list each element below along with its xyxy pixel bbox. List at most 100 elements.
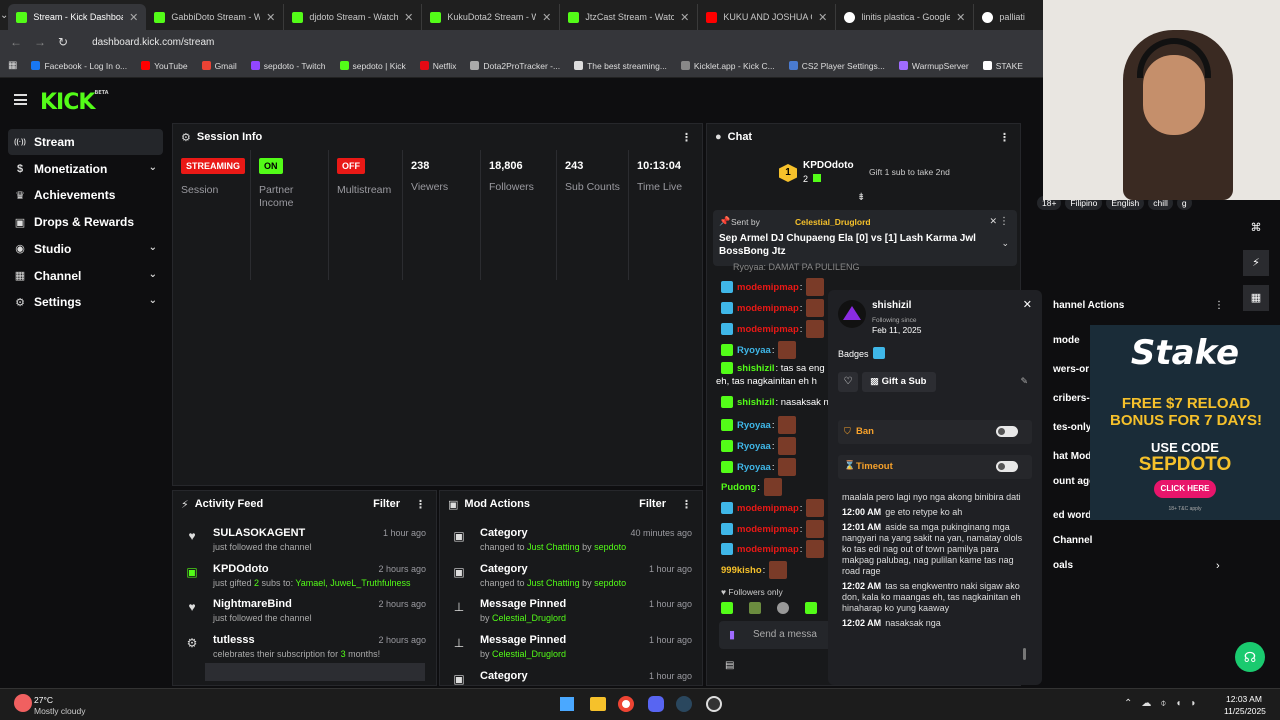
- chat-username[interactable]: modemipmap: [737, 324, 799, 335]
- chat-message[interactable]: modemipmap:: [721, 299, 825, 317]
- discord-icon[interactable]: [648, 696, 664, 712]
- emote-icon[interactable]: [777, 602, 789, 614]
- chat-message[interactable]: Ryoyaa:: [721, 416, 797, 434]
- activity-targets[interactable]: Yamael, JuweL_Truthfulness: [295, 578, 410, 588]
- mod-link[interactable]: Just Chatting: [527, 578, 580, 588]
- close-tab-icon[interactable]: ✕: [680, 11, 689, 24]
- chat-username[interactable]: modemipmap: [737, 524, 799, 535]
- channel-action-item[interactable]: ed word: [1053, 510, 1091, 521]
- browser-tab[interactable]: KukuDota2 Stream - Watc ✕: [422, 4, 561, 30]
- mod-link[interactable]: Celestial_Druglord: [492, 613, 566, 623]
- sidebar-item-channel[interactable]: ▦ Channel ⌄: [8, 263, 163, 289]
- ban-toggle[interactable]: [996, 426, 1018, 437]
- chat-username[interactable]: modemipmap: [737, 503, 799, 514]
- store-icon[interactable]: ▤: [725, 660, 734, 671]
- channel-action-item[interactable]: cribers-: [1053, 393, 1090, 404]
- emote-icon[interactable]: [721, 602, 733, 614]
- chat-username[interactable]: Ryoyaa: [737, 345, 771, 356]
- chat-username[interactable]: shishizil: [737, 397, 774, 408]
- back-icon[interactable]: ←: [10, 35, 22, 49]
- mod-link[interactable]: Celestial_Druglord: [492, 649, 566, 659]
- gift-sub-button[interactable]: ▩ Gift a Sub: [862, 372, 936, 392]
- chat-message[interactable]: shishizil: nasaksak n: [721, 396, 829, 408]
- reload-icon[interactable]: ↻: [58, 35, 68, 49]
- mod-link[interactable]: sepdoto: [594, 542, 626, 552]
- bookmark-item[interactable]: The best streaming...: [574, 61, 667, 71]
- browser-tab[interactable]: djdoto Stream - Watch Li ✕: [284, 4, 423, 30]
- scrollbar[interactable]: [1023, 648, 1026, 660]
- close-tab-icon[interactable]: ✕: [818, 11, 827, 24]
- browser-tab[interactable]: Stream - Kick Dashboard ✕: [8, 4, 147, 30]
- chat-message[interactable]: modemipmap:: [721, 499, 825, 517]
- more-options-icon[interactable]: ⋮: [1214, 300, 1224, 311]
- more-options-icon[interactable]: ⋮: [415, 498, 426, 511]
- stake-ad-overlay[interactable]: Stake FREE $7 RELOAD BONUS FOR 7 DAYS! U…: [1090, 325, 1280, 520]
- file-explorer-icon[interactable]: [590, 697, 606, 711]
- emote-icon[interactable]: [749, 602, 761, 614]
- sidebar-item-monetization[interactable]: $ Monetization ⌄: [8, 156, 163, 182]
- browser-tab[interactable]: KUKU AND JOSHUA GAR ✕: [698, 4, 837, 30]
- emote-icon[interactable]: [805, 602, 817, 614]
- bookmark-item[interactable]: Dota2ProTracker -...: [470, 61, 560, 71]
- channel-action-item[interactable]: oals: [1053, 560, 1073, 571]
- weather-icon[interactable]: [14, 694, 32, 712]
- more-options-icon[interactable]: ⋮: [999, 131, 1010, 144]
- top-gifter[interactable]: 1 KPDOdoto 2 Gift 1 sub to take 2nd: [779, 160, 1019, 188]
- bookmark-item[interactable]: sepdoto | Kick: [339, 61, 406, 71]
- bookmark-item[interactable]: Gmail: [201, 61, 237, 71]
- chrome-icon[interactable]: [618, 696, 634, 712]
- chat-username[interactable]: shishizil: [737, 363, 774, 374]
- browser-tab[interactable]: JtzCast Stream - Watch Li ✕: [560, 4, 699, 30]
- chevron-down-icon[interactable]: ⌄: [149, 242, 157, 253]
- bookmark-item[interactable]: STAKE: [982, 61, 1023, 71]
- close-tab-icon[interactable]: ✕: [266, 11, 275, 24]
- sidebar-item-stream[interactable]: ((·)) Stream: [8, 129, 163, 155]
- chat-username[interactable]: modemipmap: [737, 303, 799, 314]
- close-tab-icon[interactable]: ✕: [129, 11, 138, 24]
- chat-message[interactable]: modemipmap:: [721, 278, 825, 296]
- bolt-icon[interactable]: ⚡: [1243, 250, 1269, 276]
- tab-search-button[interactable]: ⌄: [0, 10, 8, 21]
- menu-icon[interactable]: [14, 94, 27, 105]
- chat-username[interactable]: modemipmap: [737, 282, 799, 293]
- chevron-down-icon[interactable]: ⇟: [857, 192, 865, 203]
- channel-action-item[interactable]: mode: [1053, 335, 1080, 346]
- pinned-user[interactable]: Celestial_Druglord: [795, 217, 871, 227]
- clipboard-icon[interactable]: ▦: [1243, 285, 1269, 311]
- channel-action-item[interactable]: tes-only: [1053, 422, 1091, 433]
- timeout-toggle[interactable]: [996, 461, 1018, 472]
- url-field[interactable]: dashboard.kick.com/stream: [92, 37, 214, 48]
- obs-icon[interactable]: [706, 696, 722, 712]
- chat-username[interactable]: Pudong: [721, 482, 756, 493]
- sidebar-item-achievements[interactable]: ♛ Achievements: [8, 182, 163, 208]
- close-tab-icon[interactable]: ✕: [956, 11, 965, 24]
- steam-icon[interactable]: [676, 696, 692, 712]
- stake-cta-button[interactable]: CLICK HERE: [1154, 480, 1216, 498]
- kick-logo[interactable]: KICKBETA: [40, 90, 109, 115]
- bookmark-item[interactable]: sepdoto - Twitch: [250, 61, 326, 71]
- chat-username[interactable]: 999kisho: [721, 565, 762, 576]
- forward-icon[interactable]: →: [34, 35, 46, 49]
- chat-message[interactable]: Ryoyaa:: [721, 437, 797, 455]
- channel-action-item[interactable]: Channel: [1053, 535, 1092, 546]
- bookmark-item[interactable]: Netflix: [419, 61, 456, 71]
- mod-link[interactable]: sepdoto: [594, 578, 626, 588]
- browser-tab[interactable]: GabbiDoto Stream - Watc ✕: [146, 4, 285, 30]
- chat-message[interactable]: modemipmap:: [721, 520, 825, 538]
- unpin-icon[interactable]: ✕: [989, 216, 997, 227]
- activity-username[interactable]: tutlesss: [213, 634, 255, 646]
- user-card-username[interactable]: shishizil: [872, 300, 911, 311]
- sidebar-item-drops-rewards[interactable]: ▣ Drops & Rewards: [8, 209, 163, 235]
- apps-icon[interactable]: ▦: [8, 60, 17, 71]
- more-options-icon[interactable]: ⋮: [999, 216, 1009, 227]
- sidebar-item-studio[interactable]: ◉ Studio ⌄: [8, 236, 163, 262]
- close-tab-icon[interactable]: ✕: [542, 11, 551, 24]
- bookmark-item[interactable]: WarmupServer: [898, 61, 969, 71]
- start-icon[interactable]: [560, 697, 574, 711]
- activity-username[interactable]: KPDOdoto: [213, 563, 269, 575]
- chat-message[interactable]: modemipmap:: [721, 540, 825, 558]
- channel-action-item[interactable]: hat Mod: [1053, 451, 1091, 462]
- browser-tab[interactable]: linitis plastica - Google Se ✕: [836, 4, 975, 30]
- chat-username[interactable]: Ryoyaa: [737, 441, 771, 452]
- chat-username[interactable]: Ryoyaa: [737, 462, 771, 473]
